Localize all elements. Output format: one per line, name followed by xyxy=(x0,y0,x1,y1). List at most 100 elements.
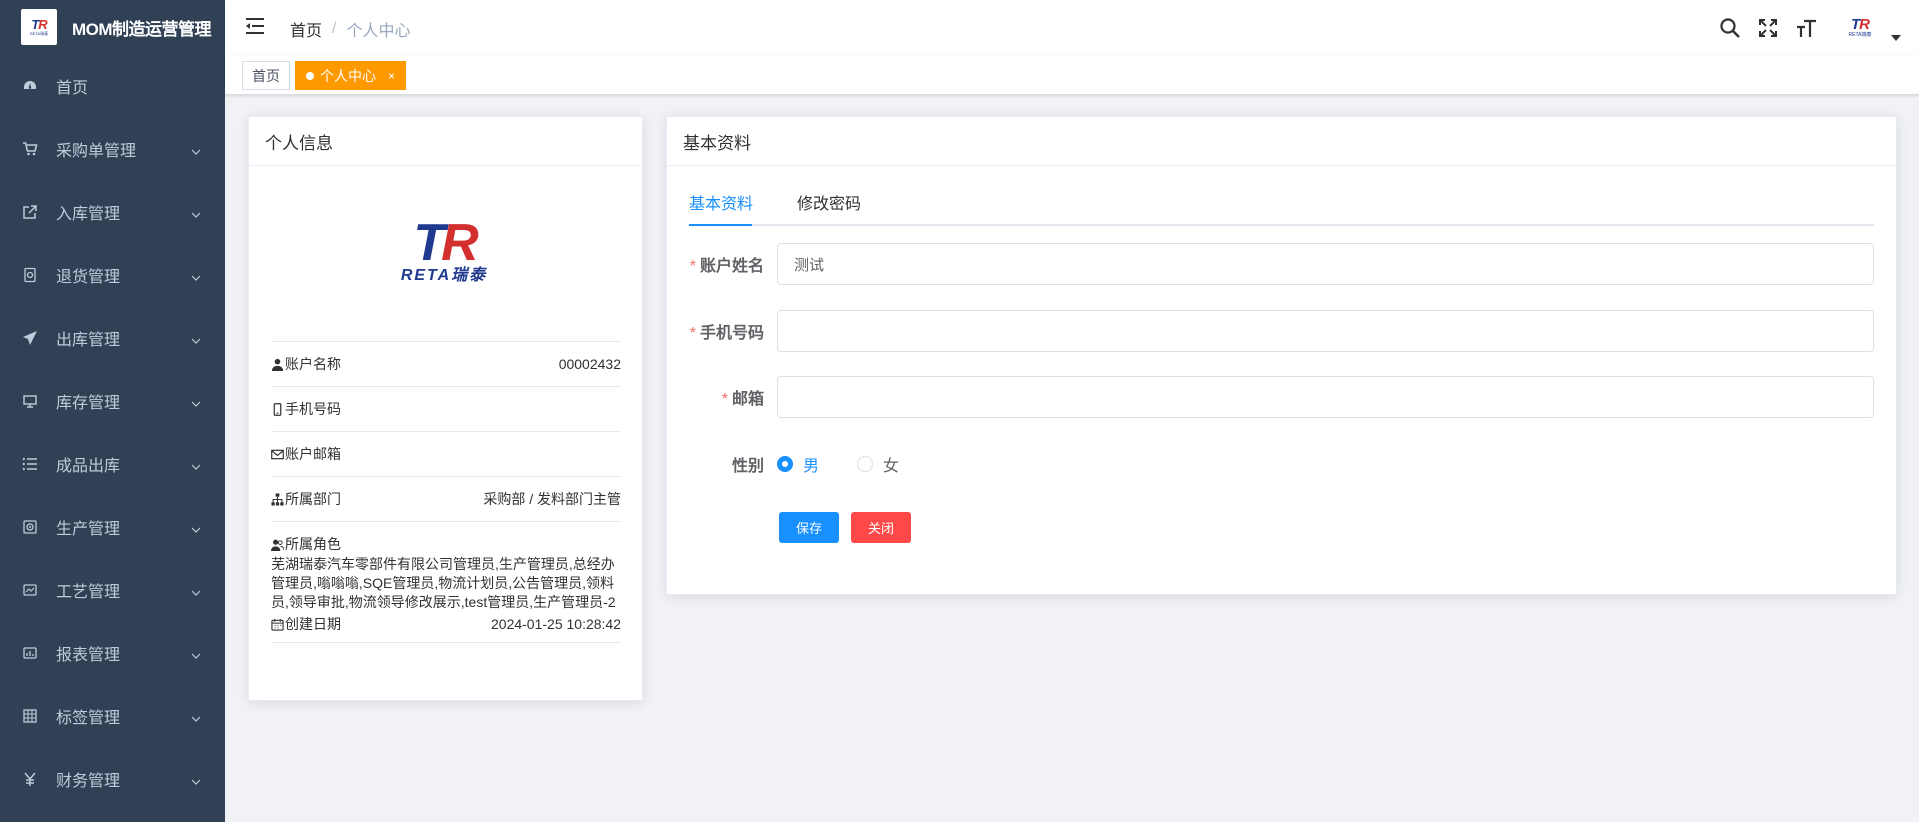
tab-basic-info[interactable]: 基本资料 xyxy=(689,191,753,226)
gender-label: 性别 xyxy=(731,458,764,475)
chevron-down-icon xyxy=(191,711,201,722)
gender-radio-female[interactable]: 女 xyxy=(857,452,899,476)
save-button[interactable]: 保存 xyxy=(779,512,840,543)
info-label: 手机号码 xyxy=(285,401,341,417)
sidebar-item-label: 工艺管理 xyxy=(56,583,121,601)
info-value: 采购部 / 发料部门主管 xyxy=(483,491,621,507)
info-row-account: 账户名称 00002432 xyxy=(271,342,621,387)
external-link-icon xyxy=(21,203,39,221)
fullscreen-icon[interactable] xyxy=(1749,0,1787,55)
brand[interactable]: TR RETA瑞泰 MOM制造运营管理 xyxy=(0,0,225,54)
production-icon xyxy=(21,518,39,536)
profile-avatar[interactable]: TR RETA瑞泰 xyxy=(384,214,504,284)
dashboard-icon xyxy=(21,77,39,95)
sidebar-item-label: 入库管理 xyxy=(56,205,121,223)
chevron-down-icon xyxy=(191,585,201,596)
required-mark: * xyxy=(689,258,696,275)
shopping-cart-icon xyxy=(21,140,39,158)
sidebar: TR RETA瑞泰 MOM制造运营管理 首页 采购单管理 入库管理 退货管理 出… xyxy=(0,0,225,822)
sidebar-item-inventory[interactable]: 库存管理 xyxy=(0,369,225,432)
sidebar-item-inbound[interactable]: 入库管理 xyxy=(0,180,225,243)
info-label: 账户名称 xyxy=(285,356,341,372)
info-label: 账户邮箱 xyxy=(285,446,341,462)
sidebar-item-process[interactable]: 工艺管理 xyxy=(0,558,225,621)
email-label: * 邮箱 xyxy=(721,391,764,408)
sidebar-menu: 首页 采购单管理 入库管理 退货管理 出库管理 库存管理 成品出库 生产管理 工… xyxy=(0,54,225,810)
sidebar-item-label: 退货管理 xyxy=(56,268,121,286)
yen-icon xyxy=(21,770,39,788)
chevron-down-icon xyxy=(191,648,201,659)
brand-logo: TR RETA瑞泰 xyxy=(21,9,57,45)
search-icon[interactable] xyxy=(1711,0,1749,55)
sidebar-item-finished-goods[interactable]: 成品出库 xyxy=(0,432,225,495)
form-actions: 保存 关闭 xyxy=(779,512,923,543)
tab-change-password[interactable]: 修改密码 xyxy=(797,191,861,226)
avatar: TR RETA瑞泰 xyxy=(1837,11,1883,45)
sidebar-item-label: 首页 xyxy=(56,79,89,97)
tag-profile[interactable]: 个人中心 × xyxy=(295,61,407,90)
radio-label: 女 xyxy=(883,458,900,475)
email-icon xyxy=(271,449,284,459)
required-mark: * xyxy=(721,391,728,408)
sidebar-item-reports[interactable]: 报表管理 xyxy=(0,621,225,684)
profile-logo-sub: RETA瑞泰 xyxy=(400,267,488,284)
sidebar-item-label: 财务管理 xyxy=(56,772,121,790)
close-button[interactable]: 关闭 xyxy=(851,512,912,543)
return-icon xyxy=(21,266,39,284)
sidebar-item-label: 出库管理 xyxy=(56,331,121,349)
sidebar-item-finance[interactable]: 财务管理 xyxy=(0,747,225,810)
active-dot-icon xyxy=(306,71,314,80)
send-icon xyxy=(21,329,39,347)
name-input[interactable] xyxy=(777,243,1874,285)
info-row-email: 账户邮箱 xyxy=(271,432,621,477)
info-row-created: 创建日期 2024-01-25 10:28:42 xyxy=(271,614,621,634)
sidebar-item-label: 采购单管理 xyxy=(56,142,137,160)
phone-label: * 手机号码 xyxy=(689,325,764,342)
close-icon[interactable]: × xyxy=(388,69,395,83)
tag-home[interactable]: 首页 xyxy=(242,61,290,90)
sidebar-item-labels[interactable]: 标签管理 xyxy=(0,684,225,747)
email-input[interactable] xyxy=(777,376,1874,418)
info-value: 2024-01-25 10:28:42 xyxy=(491,616,621,632)
menu-fold-icon[interactable] xyxy=(244,15,266,37)
tag-label: 首页 xyxy=(252,67,280,84)
info-row-phone: 手机号码 xyxy=(271,387,621,432)
info-value: 00002432 xyxy=(558,356,621,372)
sidebar-item-production[interactable]: 生产管理 xyxy=(0,495,225,558)
list-icon xyxy=(21,455,39,473)
tags-view: 首页 个人中心 × xyxy=(225,55,1919,95)
monitor-icon xyxy=(21,392,39,410)
sidebar-item-return[interactable]: 退货管理 xyxy=(0,243,225,306)
sidebar-item-label: 报表管理 xyxy=(56,646,121,664)
profile-logo-mark: TR xyxy=(413,214,478,272)
tag-label: 个人中心 xyxy=(320,67,376,84)
gender-radio-male[interactable]: 男 xyxy=(777,452,819,476)
breadcrumb-home[interactable]: 首页 xyxy=(290,17,322,41)
chevron-down-icon xyxy=(191,396,201,407)
sidebar-item-purchase[interactable]: 采购单管理 xyxy=(0,117,225,180)
report-icon xyxy=(21,644,39,662)
phone-input[interactable] xyxy=(777,310,1874,352)
sidebar-item-home[interactable]: 首页 xyxy=(0,54,225,117)
brand-logo-sub: RETA瑞泰 xyxy=(29,31,49,36)
info-label: 所属部门 xyxy=(285,491,341,507)
tabs: 基本资料 修改密码 xyxy=(689,191,1874,226)
chevron-down-icon xyxy=(191,774,201,785)
radio-unchecked-icon xyxy=(857,456,874,472)
calendar-icon xyxy=(271,618,284,631)
org-tree-icon xyxy=(271,492,284,506)
grid-icon xyxy=(21,707,39,725)
app-title: MOM制造运营管理 xyxy=(72,19,212,39)
user-menu[interactable]: TR RETA瑞泰 xyxy=(1837,11,1901,45)
chevron-down-icon xyxy=(191,207,201,218)
avatar-logo-mark: TR xyxy=(1850,16,1870,33)
chevron-down-icon xyxy=(191,522,201,533)
basic-info-card: 基本资料 基本资料 修改密码 *账户姓名 *手机号码 *邮箱 性别 男 女 保存… xyxy=(666,116,1897,595)
phone-icon xyxy=(273,402,282,416)
chevron-down-icon xyxy=(191,333,201,344)
sidebar-item-outbound[interactable]: 出库管理 xyxy=(0,306,225,369)
font-size-icon[interactable] xyxy=(1787,0,1825,55)
form-row-phone: * 手机号码 xyxy=(689,310,1874,352)
sidebar-item-label: 生产管理 xyxy=(56,520,121,538)
form-row-name: * 账户姓名 xyxy=(689,243,1874,285)
